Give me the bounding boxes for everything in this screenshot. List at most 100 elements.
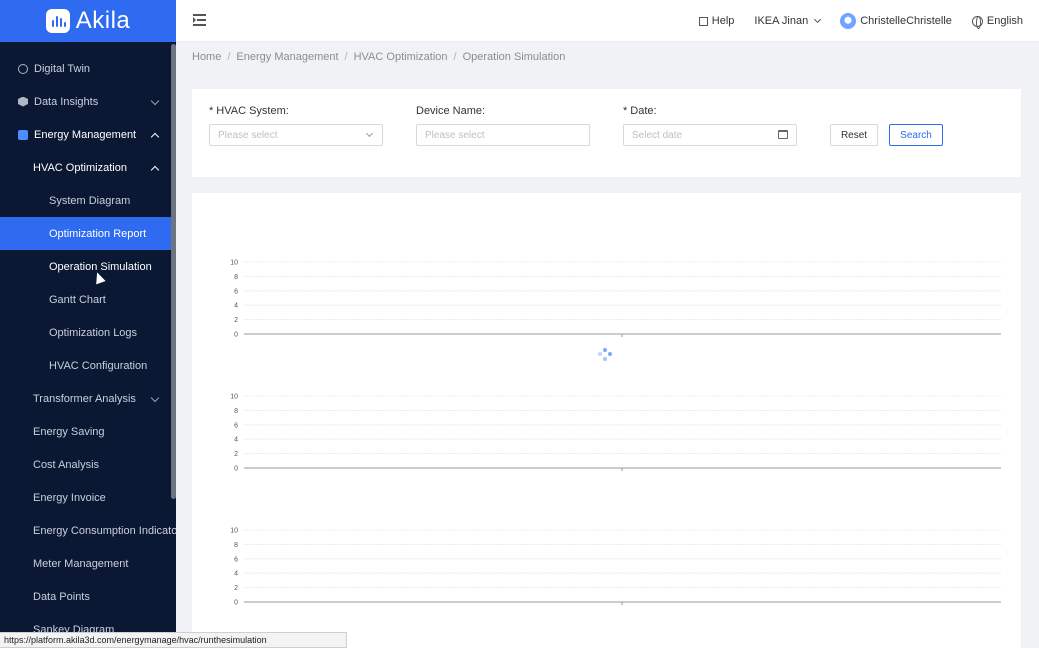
chevron-down-icon bbox=[814, 15, 822, 24]
y-tick-label: 6 bbox=[234, 556, 238, 563]
date-label-text: Date bbox=[630, 105, 654, 117]
hvac-system-label: * HVAC System: bbox=[209, 105, 289, 117]
chevron-up-icon bbox=[150, 132, 160, 142]
help-link[interactable]: Help bbox=[698, 15, 735, 27]
data-insights-icon bbox=[18, 96, 28, 107]
logo[interactable]: Akila bbox=[0, 0, 176, 42]
date-picker[interactable]: Select date bbox=[623, 124, 797, 146]
sidebar-item-energy-saving[interactable]: Energy Saving bbox=[0, 415, 176, 448]
chart-2: 10 8 6 4 2 0 bbox=[230, 394, 1001, 473]
y-tick-label: 2 bbox=[234, 317, 238, 324]
language-label: English bbox=[986, 15, 1023, 27]
breadcrumb: Home / Energy Management / HVAC Optimiza… bbox=[192, 51, 565, 63]
sidebar-item-optimization-logs[interactable]: Optimization Logs bbox=[0, 316, 176, 349]
hvac-system-label-text: HVAC System bbox=[216, 105, 286, 117]
chevron-down-icon bbox=[365, 129, 374, 138]
sidebar-item-data-points[interactable]: Data Points bbox=[0, 580, 176, 613]
device-name-placeholder: Please select bbox=[425, 129, 485, 141]
sidebar-item-label: Digital Twin bbox=[34, 62, 91, 75]
site-selector[interactable]: IKEA Jinan bbox=[754, 15, 822, 27]
y-tick-label: 0 bbox=[234, 332, 238, 339]
sidebar-item-system-diagram[interactable]: System Diagram bbox=[0, 184, 176, 217]
y-tick-label: 8 bbox=[234, 274, 238, 281]
y-tick-label: 10 bbox=[230, 260, 238, 267]
sidebar-item-data-insights[interactable]: Data Insights bbox=[0, 85, 176, 118]
breadcrumb-energy-management[interactable]: Energy Management bbox=[236, 51, 338, 63]
sidebar-item-energy-management[interactable]: Energy Management bbox=[0, 118, 176, 151]
chart-3: 10 8 6 4 2 0 bbox=[230, 528, 1001, 607]
app-name: Akila bbox=[75, 7, 131, 34]
sidebar-item-label: HVAC Configuration bbox=[49, 359, 148, 372]
sidebar-scrollbar[interactable] bbox=[171, 44, 176, 499]
chart-1: 10 8 6 4 2 0 bbox=[230, 260, 1001, 339]
chevron-up-icon bbox=[150, 165, 160, 175]
user-menu[interactable]: ChristelleChristelle bbox=[840, 13, 952, 29]
akila-logo-icon bbox=[45, 9, 70, 33]
digital-twin-icon bbox=[18, 63, 28, 74]
language-selector[interactable]: English bbox=[971, 15, 1023, 29]
breadcrumb-home[interactable]: Home bbox=[192, 51, 221, 63]
sidebar-item-label: Data Insights bbox=[34, 95, 99, 108]
sidebar-item-label: Gantt Chart bbox=[49, 293, 106, 306]
breadcrumb-operation-simulation: Operation Simulation bbox=[462, 51, 566, 63]
sidebar-item-meter-management[interactable]: Meter Management bbox=[0, 547, 176, 580]
hvac-system-select[interactable]: Please select bbox=[209, 124, 383, 146]
sidebar-item-label: Energy Saving bbox=[33, 425, 105, 438]
sidebar-item-label: Cost Analysis bbox=[33, 458, 100, 471]
y-tick-label: 8 bbox=[234, 408, 238, 415]
sidebar-item-energy-consumption-indicators[interactable]: Energy Consumption Indicators bbox=[0, 514, 176, 547]
sidebar-item-label: Optimization Report bbox=[49, 227, 147, 240]
site-label: IKEA Jinan bbox=[754, 15, 809, 27]
y-tick-label: 2 bbox=[234, 451, 238, 458]
reset-button[interactable]: Reset bbox=[830, 124, 878, 146]
breadcrumb-hvac-optimization[interactable]: HVAC Optimization bbox=[354, 51, 448, 63]
browser-status-bar: https://platform.akila3d.com/energymanag… bbox=[0, 632, 347, 648]
globe-icon bbox=[971, 15, 983, 29]
y-tick-label: 6 bbox=[234, 422, 238, 429]
sidebar-item-digital-twin[interactable]: Digital Twin bbox=[0, 52, 176, 85]
required-mark: * bbox=[623, 105, 628, 117]
top-header: Help IKEA Jinan ChristelleChristelle Eng… bbox=[176, 0, 1039, 42]
y-tick-label: 2 bbox=[234, 585, 238, 592]
status-url: https://platform.akila3d.com/energymanag… bbox=[4, 635, 267, 645]
sidebar-item-hvac-optimization[interactable]: HVAC Optimization bbox=[0, 151, 176, 184]
required-mark: * bbox=[209, 105, 214, 117]
y-tick-label: 4 bbox=[234, 571, 238, 578]
help-label: Help bbox=[711, 15, 735, 27]
date-placeholder: Select date bbox=[632, 129, 683, 141]
breadcrumb-separator: / bbox=[227, 51, 231, 63]
help-icon bbox=[698, 16, 708, 26]
sidebar-item-energy-invoice[interactable]: Energy Invoice bbox=[0, 481, 176, 514]
chevron-down-icon bbox=[150, 96, 160, 106]
y-tick-label: 0 bbox=[234, 600, 238, 607]
sidebar-item-label: Energy Consumption Indicators bbox=[33, 524, 176, 537]
user-name: ChristelleChristelle bbox=[860, 15, 952, 27]
sidebar-item-label: Meter Management bbox=[33, 557, 129, 570]
device-name-select[interactable]: Please select bbox=[416, 124, 590, 146]
y-tick-label: 10 bbox=[230, 394, 238, 401]
calendar-icon bbox=[778, 130, 788, 139]
simulation-chart-panel: 10 8 6 4 2 0 10 8 6 4 2 0 10 8 6 4 2 0 bbox=[192, 193, 1021, 648]
filter-panel: * HVAC System: Please select Device Name:… bbox=[192, 89, 1021, 177]
hvac-system-placeholder: Please select bbox=[218, 129, 278, 141]
sidebar-item-optimization-report[interactable]: Optimization Report bbox=[0, 217, 171, 250]
search-button[interactable]: Search bbox=[889, 124, 943, 146]
sidebar-item-label: HVAC Optimization bbox=[33, 161, 127, 174]
menu-collapse-icon[interactable] bbox=[193, 14, 206, 26]
y-tick-label: 0 bbox=[234, 466, 238, 473]
simulation-charts: 10 8 6 4 2 0 10 8 6 4 2 0 10 8 6 4 2 0 bbox=[230, 260, 1001, 607]
sidebar-item-label: Optimization Logs bbox=[49, 326, 138, 339]
header-actions: Help IKEA Jinan ChristelleChristelle Eng… bbox=[698, 0, 1023, 42]
sidebar-item-operation-simulation[interactable]: Operation Simulation bbox=[0, 250, 176, 283]
date-label: * Date: bbox=[623, 105, 657, 117]
sidebar-item-hvac-configuration[interactable]: HVAC Configuration bbox=[0, 349, 176, 382]
sidebar-item-cost-analysis[interactable]: Cost Analysis bbox=[0, 448, 176, 481]
sidebar-menu: Digital Twin Data Insights Energy Manage… bbox=[0, 52, 176, 646]
y-tick-label: 8 bbox=[234, 542, 238, 549]
energy-management-icon bbox=[18, 129, 28, 140]
y-tick-label: 4 bbox=[234, 303, 238, 310]
sidebar: Akila Digital Twin Data Insights Energy … bbox=[0, 0, 176, 648]
sidebar-item-transformer-analysis[interactable]: Transformer Analysis bbox=[0, 382, 176, 415]
sidebar-item-gantt-chart[interactable]: Gantt Chart bbox=[0, 283, 176, 316]
avatar bbox=[840, 13, 857, 29]
